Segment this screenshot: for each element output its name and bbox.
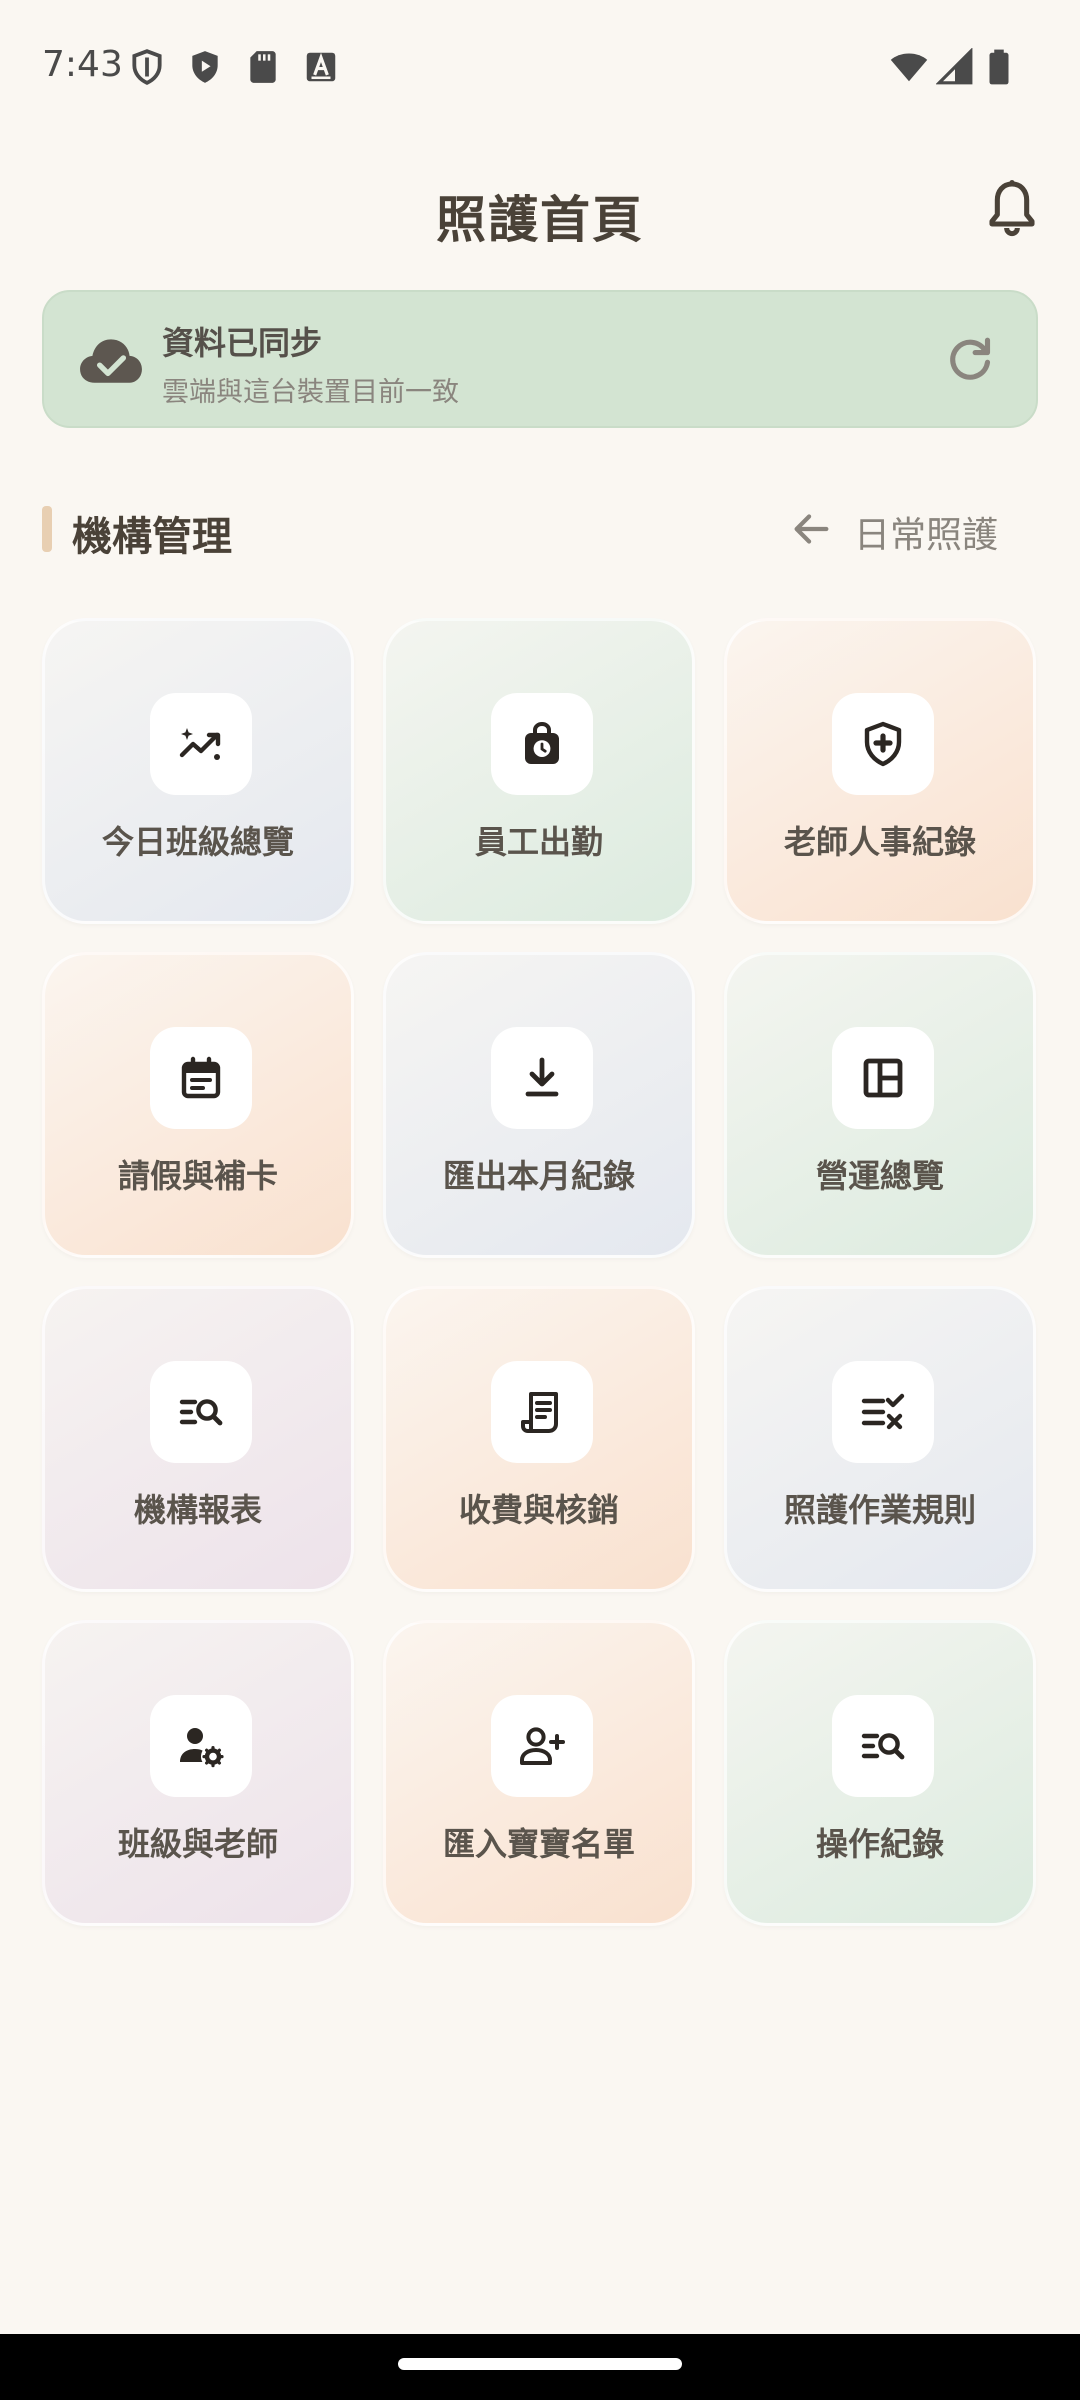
tile-export-monthly-records[interactable]: 匯出本月紀錄 <box>383 952 695 1258</box>
section-header: 機構管理 日常照護 <box>42 500 1038 560</box>
sync-status-banner: 資料已同步 雲端與這台裝置目前一致 <box>42 290 1038 428</box>
status-bar: 7:43 <box>0 0 1080 130</box>
tile-label: 匯入寶寶名單 <box>442 1825 635 1863</box>
tile-label: 請假與補卡 <box>117 1157 278 1195</box>
font-box-icon <box>306 52 336 82</box>
tile-fees-and-reconciliation[interactable]: 收費與核銷 <box>383 1286 695 1592</box>
switch-label: 日常照護 <box>854 515 999 556</box>
dashboard-icon <box>863 1058 903 1098</box>
tile-icon-container <box>832 1695 934 1797</box>
tile-label: 營運總覽 <box>815 1157 944 1195</box>
refresh-button[interactable] <box>942 332 998 388</box>
tile-icon-container <box>491 1695 593 1797</box>
tile-icon-container <box>832 1361 934 1463</box>
section-accent-bar <box>42 506 52 552</box>
tile-label: 收費與核銷 <box>458 1491 619 1529</box>
wifi-icon <box>890 53 928 82</box>
tile-icon-container <box>832 693 934 795</box>
sync-subtitle: 雲端與這台裝置目前一致 <box>162 377 459 408</box>
tile-operations-overview[interactable]: 營運總覽 <box>724 952 1036 1258</box>
tile-institution-reports[interactable]: 機構報表 <box>42 1286 354 1592</box>
tile-teacher-hr-records[interactable]: 老師人事紀錄 <box>724 618 1036 924</box>
cloud-check-icon <box>80 339 142 383</box>
tile-icon-container <box>150 1361 252 1463</box>
person-add-icon <box>520 1727 565 1765</box>
tile-leave-and-punch-fix[interactable]: 請假與補卡 <box>42 952 354 1258</box>
system-navigation-bar <box>0 2334 1080 2400</box>
person-gear-icon <box>180 1728 224 1768</box>
refresh-icon <box>950 337 991 380</box>
bag-clock-icon <box>525 721 559 764</box>
status-time: 7:43 <box>42 44 123 85</box>
cell-signal-icon <box>936 48 973 85</box>
tile-staff-attendance[interactable]: 員工出勤 <box>383 618 695 924</box>
shield-outline-icon <box>132 49 162 85</box>
tile-label: 班級與老師 <box>117 1825 278 1863</box>
tile-label: 機構報表 <box>133 1491 262 1529</box>
tile-operation-log[interactable]: 操作紀錄 <box>724 1620 1036 1926</box>
calendar-icon <box>181 1056 221 1099</box>
shield-plus-icon <box>864 721 902 767</box>
tile-label: 今日班級總覽 <box>101 823 294 861</box>
trending-sparkle-icon <box>179 728 221 760</box>
home-screen: 7:43 照護首頁 資料已同步 雲端與這台裝置目前一致 機構管理 日常照護 今日… <box>0 0 1080 2400</box>
list-search-icon <box>179 1399 223 1426</box>
tile-icon-container <box>150 1027 252 1129</box>
section-title: 機構管理 <box>72 514 232 560</box>
tile-label: 員工出勤 <box>474 823 603 861</box>
receipt-icon <box>521 1392 558 1433</box>
tile-label: 老師人事紀錄 <box>783 823 976 861</box>
battery-icon <box>989 49 1009 85</box>
page-title: 照護首頁 <box>436 191 644 249</box>
home-gesture-handle[interactable] <box>398 2358 682 2370</box>
bell-icon <box>989 180 1035 237</box>
list-check-icon <box>861 1393 905 1430</box>
tile-label: 匯出本月紀錄 <box>442 1157 635 1195</box>
sync-title: 資料已同步 <box>162 324 323 362</box>
tile-label: 照護作業規則 <box>783 1491 976 1529</box>
tile-icon-container <box>491 1361 593 1463</box>
sd-card-icon <box>250 51 276 83</box>
tile-classes-and-teachers[interactable]: 班級與老師 <box>42 1620 354 1926</box>
tile-care-work-rules[interactable]: 照護作業規則 <box>724 1286 1036 1592</box>
tile-class-overview[interactable]: 今日班級總覽 <box>42 618 354 924</box>
switch-to-daily-care-button[interactable]: 日常照護 <box>788 500 1038 558</box>
arrow-left-icon <box>794 514 829 544</box>
tile-icon-container <box>150 693 252 795</box>
tile-icon-container <box>150 1695 252 1797</box>
play-shield-icon <box>192 51 218 83</box>
tile-icon-container <box>832 1027 934 1129</box>
list-search-icon <box>861 1733 905 1760</box>
notification-button[interactable] <box>980 176 1044 240</box>
app-header: 照護首頁 <box>0 160 1080 260</box>
tile-icon-container <box>491 693 593 795</box>
tile-label: 操作紀錄 <box>815 1825 944 1863</box>
tile-icon-container <box>491 1027 593 1129</box>
tile-import-baby-list[interactable]: 匯入寶寶名單 <box>383 1620 695 1926</box>
download-icon <box>525 1057 559 1097</box>
